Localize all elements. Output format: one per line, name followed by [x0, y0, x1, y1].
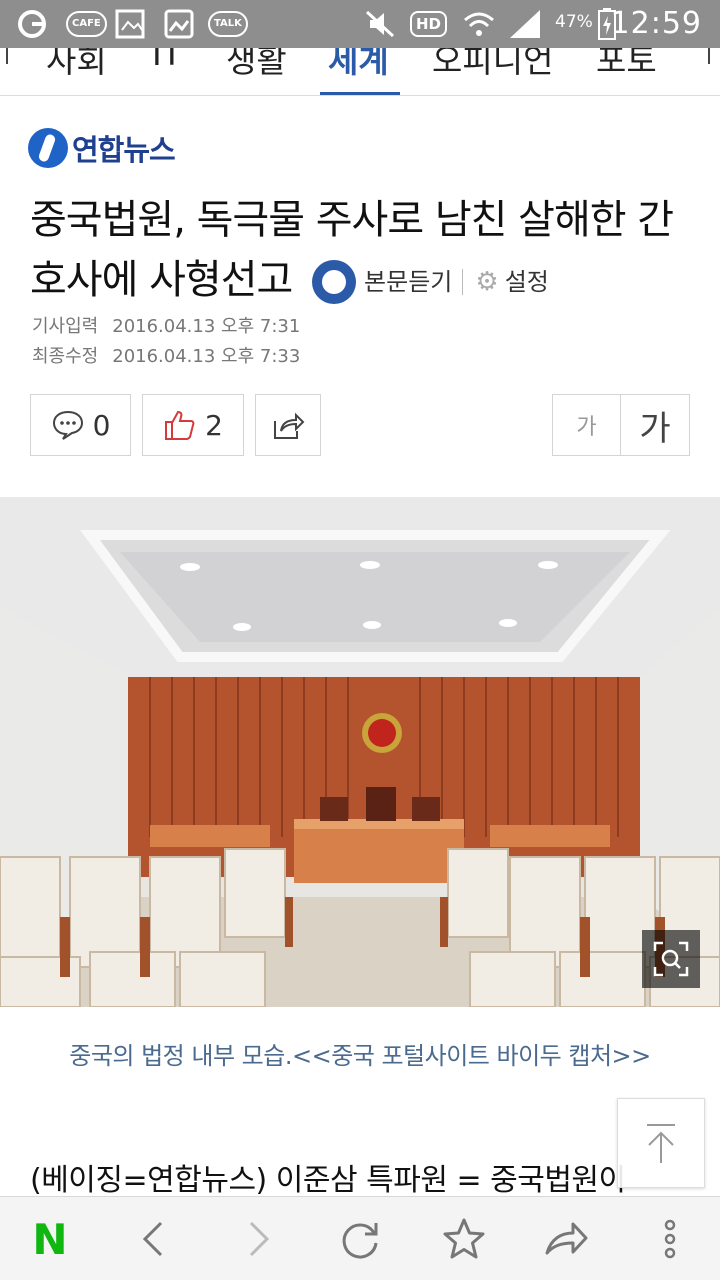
- yonhap-logo-icon: [28, 128, 68, 168]
- like-count: 2: [205, 408, 223, 442]
- back-button[interactable]: [126, 1211, 182, 1267]
- press-logo[interactable]: 연합뉴스: [28, 126, 176, 170]
- more-menu-button[interactable]: [642, 1211, 698, 1267]
- tab-divider: [6, 48, 8, 64]
- share-icon: [274, 412, 305, 439]
- comment-icon: [52, 410, 83, 440]
- article-input-date: 기사입력 2016.04.13 오후 7:31: [32, 312, 300, 338]
- modified-date-value: 2016.04.13 오후 7:33: [112, 346, 301, 367]
- tab-world[interactable]: 세계: [328, 48, 389, 82]
- tab-opinion[interactable]: 오피니언: [432, 48, 553, 82]
- mute-icon: [364, 8, 396, 40]
- cafe-icon: CAFE: [66, 8, 107, 40]
- tab-it[interactable]: IT: [152, 48, 182, 73]
- bookmark-button[interactable]: [436, 1211, 492, 1267]
- browser-toolbar: N: [0, 1196, 720, 1280]
- font-size-increase-button[interactable]: 가: [620, 394, 690, 456]
- font-size-decrease-button[interactable]: 가: [552, 394, 621, 456]
- listen-button[interactable]: 본문듣기: [364, 252, 452, 312]
- comment-button[interactable]: 0: [30, 394, 131, 456]
- magnifier-icon: [653, 941, 689, 977]
- share-arrow-icon: [545, 1222, 588, 1255]
- comment-count: 0: [92, 408, 111, 442]
- modified-date-label: 최종수정: [32, 346, 99, 367]
- font-small-label: 가: [576, 415, 597, 440]
- bookmark-star-icon: [443, 1218, 485, 1259]
- scroll-to-top-button[interactable]: [617, 1098, 705, 1188]
- back-icon: [142, 1221, 163, 1257]
- forward-icon: [249, 1221, 270, 1257]
- photo-zoom-button[interactable]: [642, 930, 700, 988]
- hd-icon: HD: [410, 8, 448, 40]
- tab-divider: [708, 48, 710, 64]
- tab-society[interactable]: 사회: [46, 48, 107, 82]
- thumbs-up-icon: [165, 410, 195, 440]
- signal-icon: [508, 8, 542, 40]
- divider: [462, 269, 464, 295]
- article-body: (베이징=연합뉴스) 이준삼 특파원 = 중국법원이: [30, 1163, 626, 1198]
- refresh-icon: [342, 1223, 378, 1259]
- more-menu-icon: [664, 1219, 676, 1259]
- settings-button[interactable]: 설정: [505, 252, 549, 312]
- share-page-button[interactable]: [538, 1211, 594, 1267]
- listen-controls: 본문듣기 ⚙ 설정: [312, 252, 549, 312]
- battery-percent: 47%: [555, 12, 593, 32]
- talk-icon: TALK: [208, 8, 248, 40]
- input-date-value: 2016.04.13 오후 7:31: [112, 316, 301, 337]
- wifi-icon: [462, 8, 496, 40]
- naver-home-button[interactable]: N: [22, 1211, 78, 1267]
- active-tab-indicator: [320, 92, 400, 95]
- font-large-label: 가: [639, 408, 671, 449]
- article-modified-date: 최종수정 2016.04.13 오후 7:33: [32, 342, 300, 368]
- clock: 12:59: [610, 6, 702, 41]
- input-date-label: 기사입력: [32, 316, 99, 337]
- tab-photo[interactable]: 포토: [596, 48, 657, 82]
- refresh-button[interactable]: [332, 1211, 388, 1267]
- tab-life[interactable]: 생활: [226, 48, 287, 82]
- gear-icon[interactable]: ⚙: [475, 252, 498, 312]
- listen-icon[interactable]: [312, 260, 357, 304]
- article-photo[interactable]: [0, 497, 720, 1007]
- forward-button[interactable]: [230, 1211, 286, 1267]
- carrier-icon: [16, 8, 48, 40]
- article-title-block: 중국법원, 독극물 주사로 남친 살해한 간호사에 사형선고 본문듣기 ⚙ 설정: [30, 190, 700, 312]
- arrow-up-icon: [647, 1124, 675, 1163]
- image-icon: [164, 8, 194, 40]
- like-button[interactable]: 2: [142, 394, 244, 456]
- category-tabs: 사회 IT 생활 세계 오피니언 포토: [0, 48, 720, 96]
- share-button[interactable]: [255, 394, 321, 456]
- gallery-icon: [114, 8, 146, 40]
- naver-icon: N: [32, 1214, 68, 1264]
- photo-caption: 중국의 법정 내부 모습.<<중국 포털사이트 바이두 캡처>>: [69, 1042, 651, 1070]
- press-name: 연합뉴스: [72, 133, 176, 167]
- status-bar: CAFE TALK HD 47% 12:59: [0, 0, 720, 48]
